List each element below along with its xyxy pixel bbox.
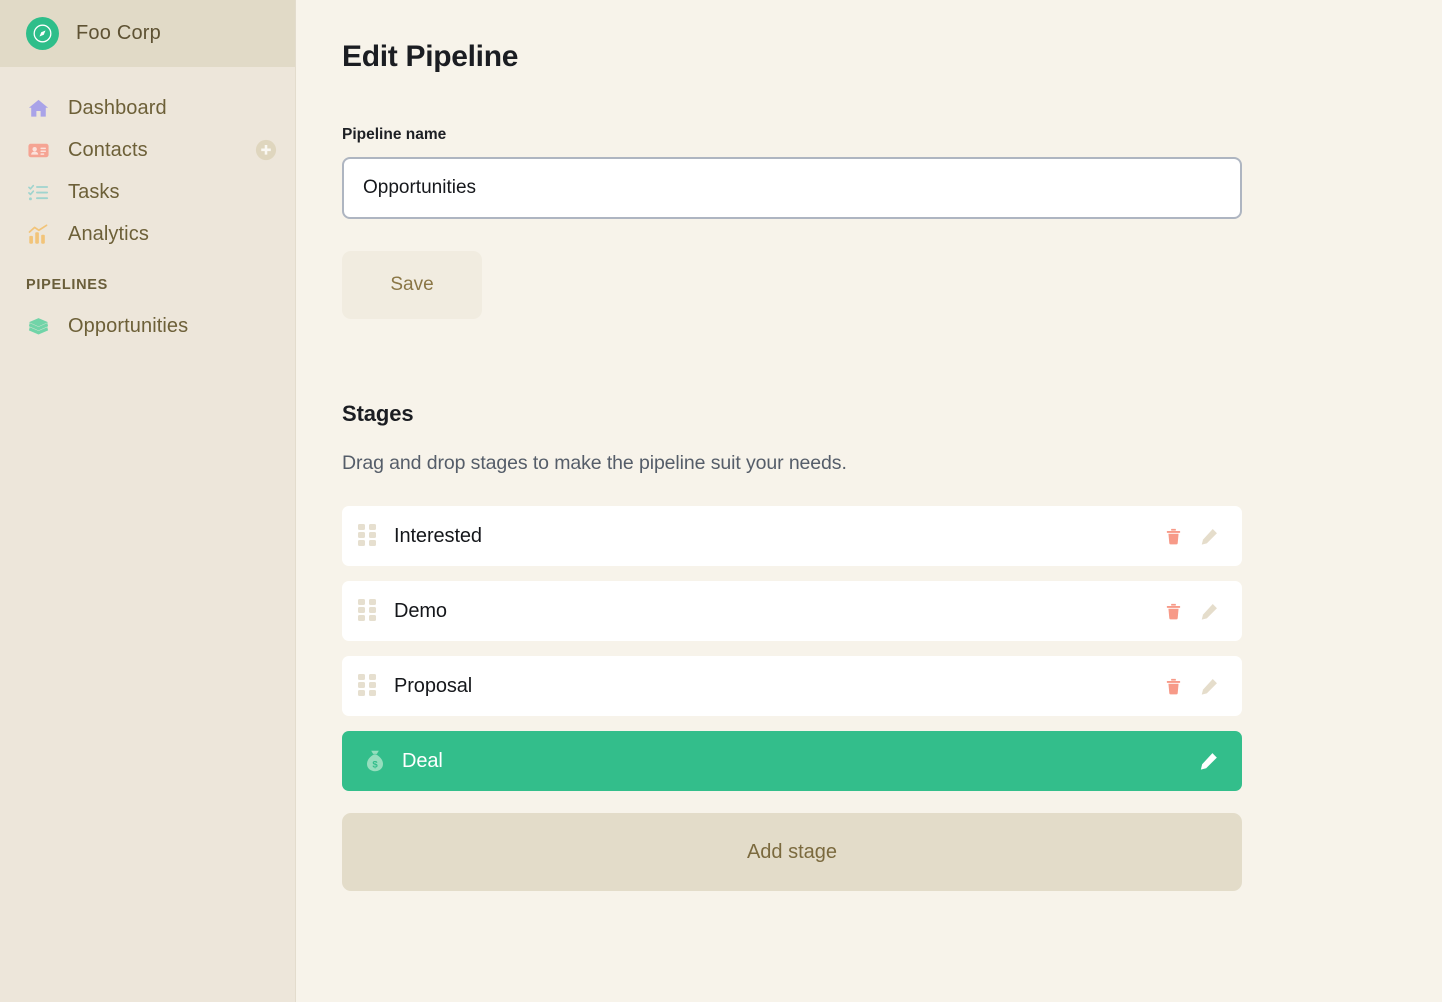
sidebar-item-label: Tasks — [68, 180, 120, 203]
sidebar-item-tasks[interactable]: Tasks — [0, 171, 295, 213]
add-contact-button[interactable] — [255, 139, 277, 161]
brand-header[interactable]: Foo Corp — [0, 0, 295, 67]
compass-icon — [26, 17, 59, 50]
money-bag-icon: $ — [362, 748, 388, 774]
brand-name: Foo Corp — [76, 22, 161, 44]
stage-row[interactable]: Interested — [342, 506, 1242, 566]
drag-handle-icon[interactable] — [358, 524, 376, 548]
home-icon — [26, 96, 50, 120]
sidebar-item-contacts[interactable]: Contacts — [0, 129, 295, 171]
pipeline-name-label: Pipeline name — [342, 126, 447, 143]
stage-name: Interested — [394, 524, 482, 547]
page-title: Edit Pipeline — [342, 40, 519, 73]
drag-handle-icon[interactable] — [358, 674, 376, 698]
delete-stage-button[interactable] — [1162, 675, 1184, 697]
stage-row[interactable]: Demo — [342, 581, 1242, 641]
sidebar-item-label: Analytics — [68, 222, 149, 245]
stage-name: Demo — [394, 599, 447, 622]
stage-actions — [1162, 675, 1220, 697]
bar-chart-icon — [26, 222, 50, 246]
sidebar-section-pipelines: PIPELINES — [26, 277, 109, 293]
edit-stage-button[interactable] — [1198, 600, 1220, 622]
sidebar: Foo Corp Dashboard Contacts Tasks Analyt… — [0, 0, 296, 1002]
stage-actions — [1162, 525, 1220, 547]
stage-row[interactable]: Proposal — [342, 656, 1242, 716]
layers-icon — [26, 314, 50, 338]
stages-heading: Stages — [342, 401, 414, 426]
sidebar-item-label: Dashboard — [68, 96, 167, 119]
delete-stage-button[interactable] — [1162, 600, 1184, 622]
checklist-icon — [26, 180, 50, 204]
pipeline-name-field: Pipeline name — [342, 126, 1242, 219]
add-stage-button[interactable]: Add stage — [342, 813, 1242, 891]
stage-actions — [1162, 600, 1220, 622]
pipeline-name-input[interactable] — [342, 157, 1242, 219]
sidebar-item-label: Contacts — [68, 138, 148, 161]
svg-text:$: $ — [372, 759, 378, 770]
delete-stage-button[interactable] — [1162, 525, 1184, 547]
save-button[interactable]: Save — [342, 251, 482, 319]
main-content: Edit Pipeline Pipeline name Save Stages … — [296, 0, 1442, 1002]
stage-list: Interested Demo Proposal $ Deal — [342, 506, 1242, 791]
stage-row[interactable]: $ Deal — [342, 731, 1242, 791]
drag-handle-icon[interactable] — [358, 599, 376, 623]
sidebar-item-analytics[interactable]: Analytics — [0, 213, 295, 255]
edit-stage-button[interactable] — [1198, 750, 1220, 772]
stages-subtitle: Drag and drop stages to make the pipelin… — [342, 452, 847, 474]
sidebar-item-dashboard[interactable]: Dashboard — [0, 87, 295, 129]
sidebar-item-label: Opportunities — [68, 314, 189, 337]
sidebar-item-opportunities[interactable]: Opportunities — [0, 305, 295, 347]
id-card-icon — [26, 138, 50, 162]
edit-stage-button[interactable] — [1198, 525, 1220, 547]
sidebar-nav: Dashboard Contacts Tasks Analytics PIPEL… — [0, 67, 295, 347]
edit-stage-button[interactable] — [1198, 675, 1220, 697]
stage-name: Proposal — [394, 674, 473, 697]
stage-actions — [1198, 750, 1220, 772]
stage-name: Deal — [402, 749, 443, 772]
